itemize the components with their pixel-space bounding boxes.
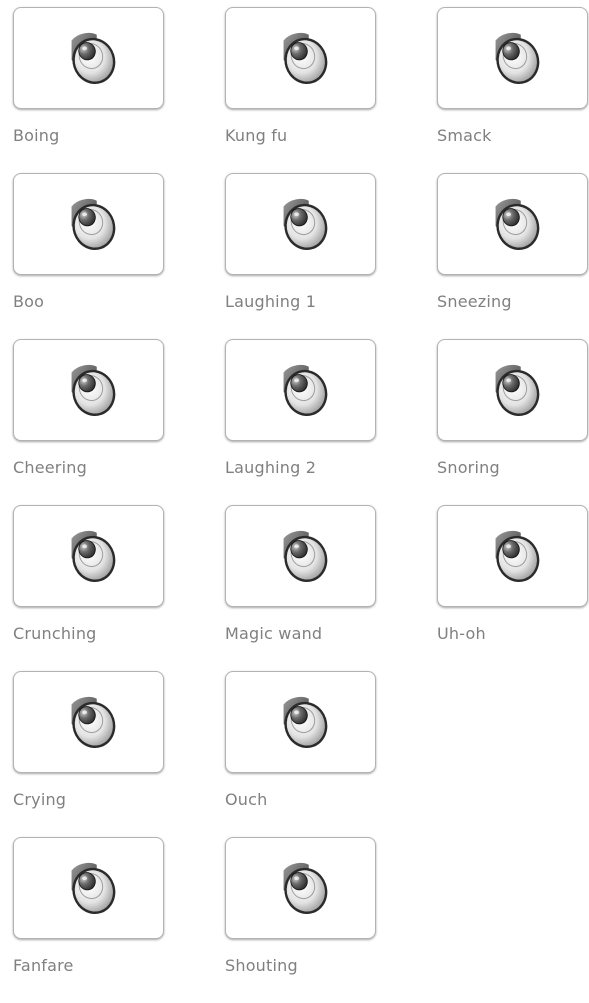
sound-label: Fanfare bbox=[13, 956, 74, 975]
sound-thumbnail[interactable] bbox=[13, 7, 164, 109]
sound-tile-boing[interactable]: Boing bbox=[13, 7, 164, 173]
sound-grid: Boing Kung fu Smack Boo Laughing 1 Sneez… bbox=[13, 7, 588, 1003]
speaker-icon bbox=[270, 525, 332, 587]
sound-thumbnail[interactable] bbox=[13, 173, 164, 275]
sound-label: Ouch bbox=[225, 790, 268, 809]
sound-thumbnail[interactable] bbox=[225, 837, 376, 939]
sound-tile-crunching[interactable]: Crunching bbox=[13, 505, 164, 671]
sound-thumbnail[interactable] bbox=[437, 7, 588, 109]
sound-label: Magic wand bbox=[225, 624, 323, 643]
sound-tile-boo[interactable]: Boo bbox=[13, 173, 164, 339]
speaker-icon bbox=[482, 193, 544, 255]
sound-thumbnail[interactable] bbox=[13, 339, 164, 441]
speaker-icon bbox=[482, 359, 544, 421]
sound-label: Boo bbox=[13, 292, 45, 311]
sound-thumbnail[interactable] bbox=[13, 837, 164, 939]
sound-thumbnail[interactable] bbox=[13, 505, 164, 607]
sound-tile-fanfare[interactable]: Fanfare bbox=[13, 837, 164, 1003]
sound-tile-cheering[interactable]: Cheering bbox=[13, 339, 164, 505]
speaker-icon bbox=[270, 359, 332, 421]
speaker-icon bbox=[270, 691, 332, 753]
sound-tile-shouting[interactable]: Shouting bbox=[225, 837, 376, 1003]
sound-tile-uh-oh[interactable]: Uh-oh bbox=[437, 505, 588, 671]
sound-label: Smack bbox=[437, 126, 492, 145]
speaker-icon bbox=[270, 27, 332, 89]
sound-label: Snoring bbox=[437, 458, 500, 477]
speaker-icon bbox=[58, 359, 120, 421]
sound-label: Shouting bbox=[225, 956, 298, 975]
sound-tile-sneezing[interactable]: Sneezing bbox=[437, 173, 588, 339]
sound-thumbnail[interactable] bbox=[13, 671, 164, 773]
sound-label: Uh-oh bbox=[437, 624, 486, 643]
sound-label: Crying bbox=[13, 790, 67, 809]
speaker-icon bbox=[58, 857, 120, 919]
sound-thumbnail[interactable] bbox=[437, 339, 588, 441]
sound-label: Boing bbox=[13, 126, 60, 145]
speaker-icon bbox=[482, 27, 544, 89]
speaker-icon bbox=[58, 27, 120, 89]
sound-thumbnail[interactable] bbox=[225, 505, 376, 607]
sound-thumbnail[interactable] bbox=[225, 173, 376, 275]
sound-tile-laughing-1[interactable]: Laughing 1 bbox=[225, 173, 376, 339]
sound-label: Laughing 1 bbox=[225, 292, 317, 311]
sound-label: Crunching bbox=[13, 624, 97, 643]
sound-tile-crying[interactable]: Crying bbox=[13, 671, 164, 837]
speaker-icon bbox=[270, 857, 332, 919]
sound-tile-ouch[interactable]: Ouch bbox=[225, 671, 376, 837]
speaker-icon bbox=[482, 525, 544, 587]
sound-thumbnail[interactable] bbox=[225, 7, 376, 109]
speaker-icon bbox=[58, 193, 120, 255]
sound-thumbnail[interactable] bbox=[437, 173, 588, 275]
sound-thumbnail[interactable] bbox=[437, 505, 588, 607]
speaker-icon bbox=[270, 193, 332, 255]
sound-tile-kung-fu[interactable]: Kung fu bbox=[225, 7, 376, 173]
sound-thumbnail[interactable] bbox=[225, 339, 376, 441]
sound-label: Kung fu bbox=[225, 126, 288, 145]
sound-tile-snoring[interactable]: Snoring bbox=[437, 339, 588, 505]
speaker-icon bbox=[58, 691, 120, 753]
sound-label: Laughing 2 bbox=[225, 458, 317, 477]
sound-tile-magic-wand[interactable]: Magic wand bbox=[225, 505, 376, 671]
sound-tile-smack[interactable]: Smack bbox=[437, 7, 588, 173]
sound-thumbnail[interactable] bbox=[225, 671, 376, 773]
sound-label: Cheering bbox=[13, 458, 87, 477]
sound-tile-laughing-2[interactable]: Laughing 2 bbox=[225, 339, 376, 505]
speaker-icon bbox=[58, 525, 120, 587]
sound-label: Sneezing bbox=[437, 292, 512, 311]
